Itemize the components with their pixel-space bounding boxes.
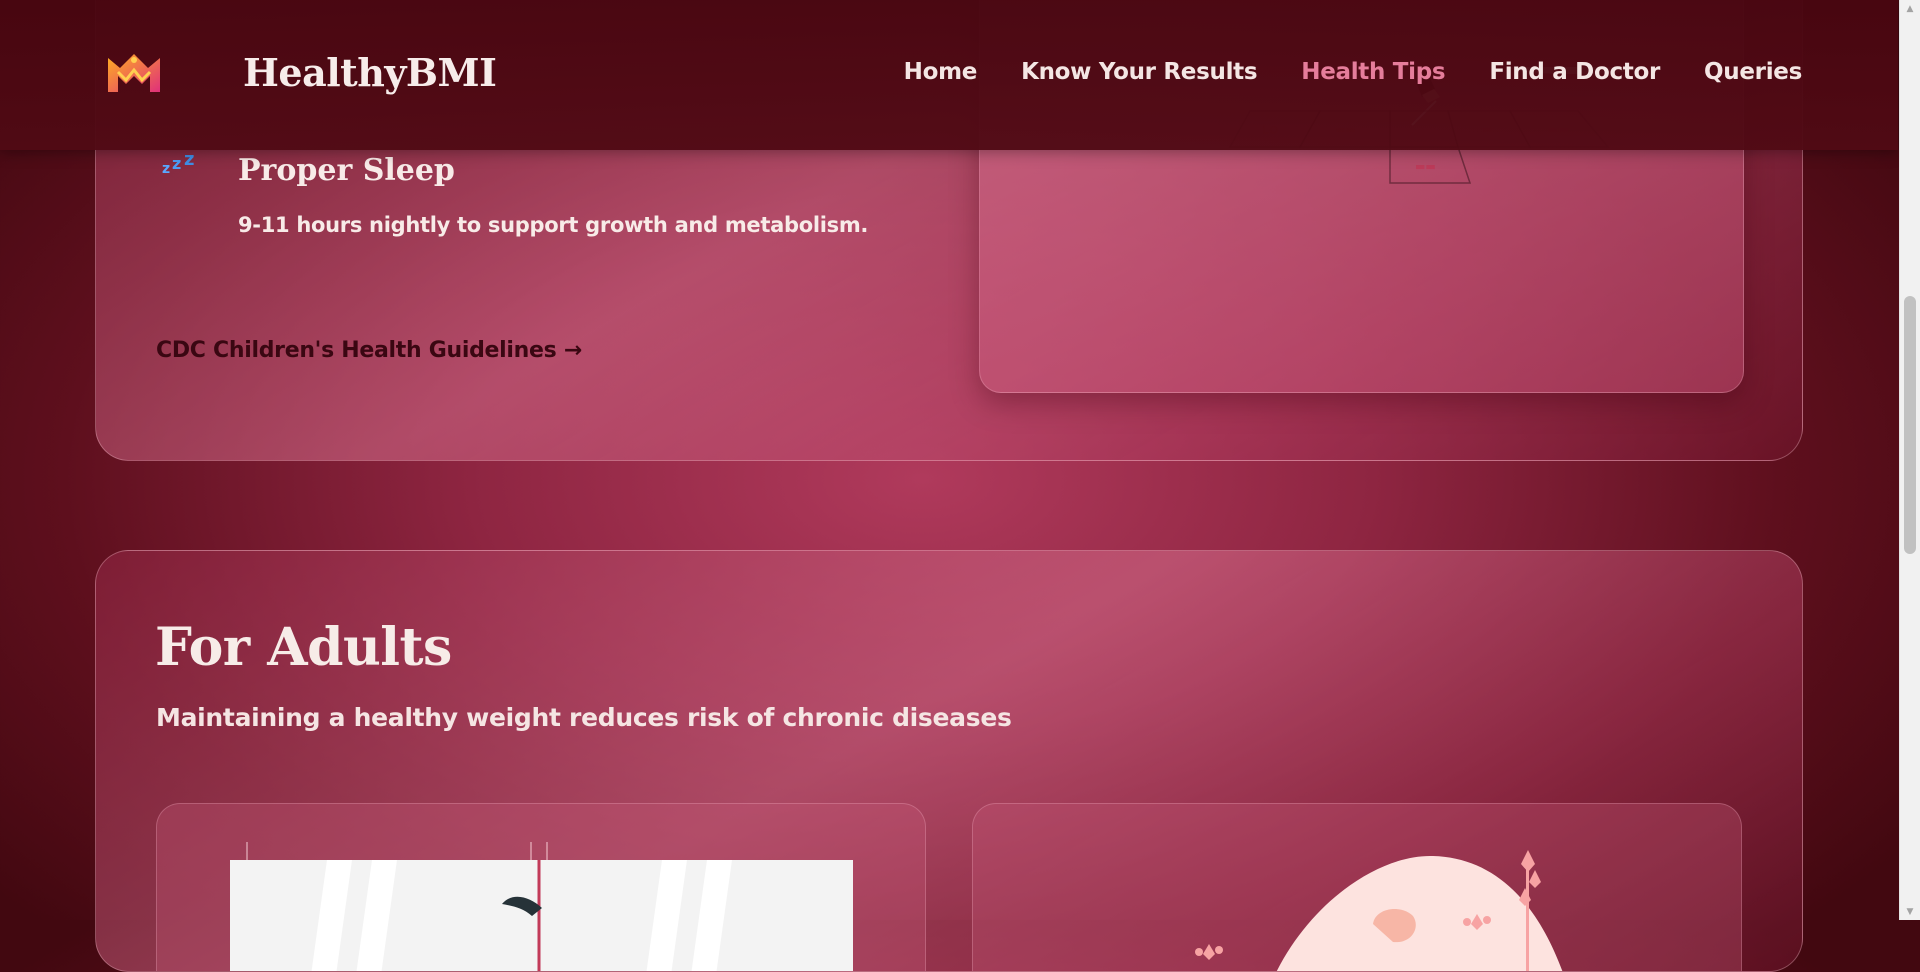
cdc-guidelines-link[interactable]: CDC Children's Health Guidelines → — [156, 338, 582, 363]
svg-text:z: z — [162, 161, 170, 177]
section-title: For Adults — [155, 617, 452, 678]
scroll-up-arrow-icon[interactable]: ▲ — [1900, 0, 1920, 17]
nav-health-tips[interactable]: Health Tips — [1301, 59, 1445, 85]
section-subtitle: Maintaining a healthy weight reduces ris… — [156, 703, 1012, 732]
main-nav: Home Know Your Results Health Tips Find … — [904, 59, 1803, 85]
site-header: HealthyBMI Home Know Your Results Health… — [0, 0, 1898, 150]
nav-queries[interactable]: Queries — [1704, 59, 1802, 85]
tip-description: 9-11 hours nightly to support growth and… — [238, 213, 869, 237]
svg-text:▬▬: ▬▬ — [1415, 160, 1436, 173]
nutrition-illustration — [1195, 850, 1563, 971]
vertical-scrollbar[interactable]: ▲ ▼ — [1899, 0, 1920, 920]
tip-title: Proper Sleep — [238, 153, 455, 188]
nav-home[interactable]: Home — [904, 59, 978, 85]
adult-tip-card — [156, 803, 926, 971]
logo-icon[interactable] — [104, 48, 164, 98]
scrollbar-thumb[interactable] — [1904, 296, 1916, 554]
adults-tips-card: For Adults Maintaining a healthy weight … — [95, 550, 1803, 972]
svg-text:z: z — [184, 149, 194, 170]
nav-find-a-doctor[interactable]: Find a Doctor — [1489, 59, 1660, 85]
svg-text:z: z — [172, 154, 181, 173]
adult-tip-card — [972, 803, 1742, 971]
fitness-illustration — [230, 842, 853, 971]
scroll-down-arrow-icon[interactable]: ▼ — [1900, 903, 1920, 920]
nav-know-your-results[interactable]: Know Your Results — [1021, 59, 1257, 85]
brand-name[interactable]: HealthyBMI — [243, 50, 497, 95]
